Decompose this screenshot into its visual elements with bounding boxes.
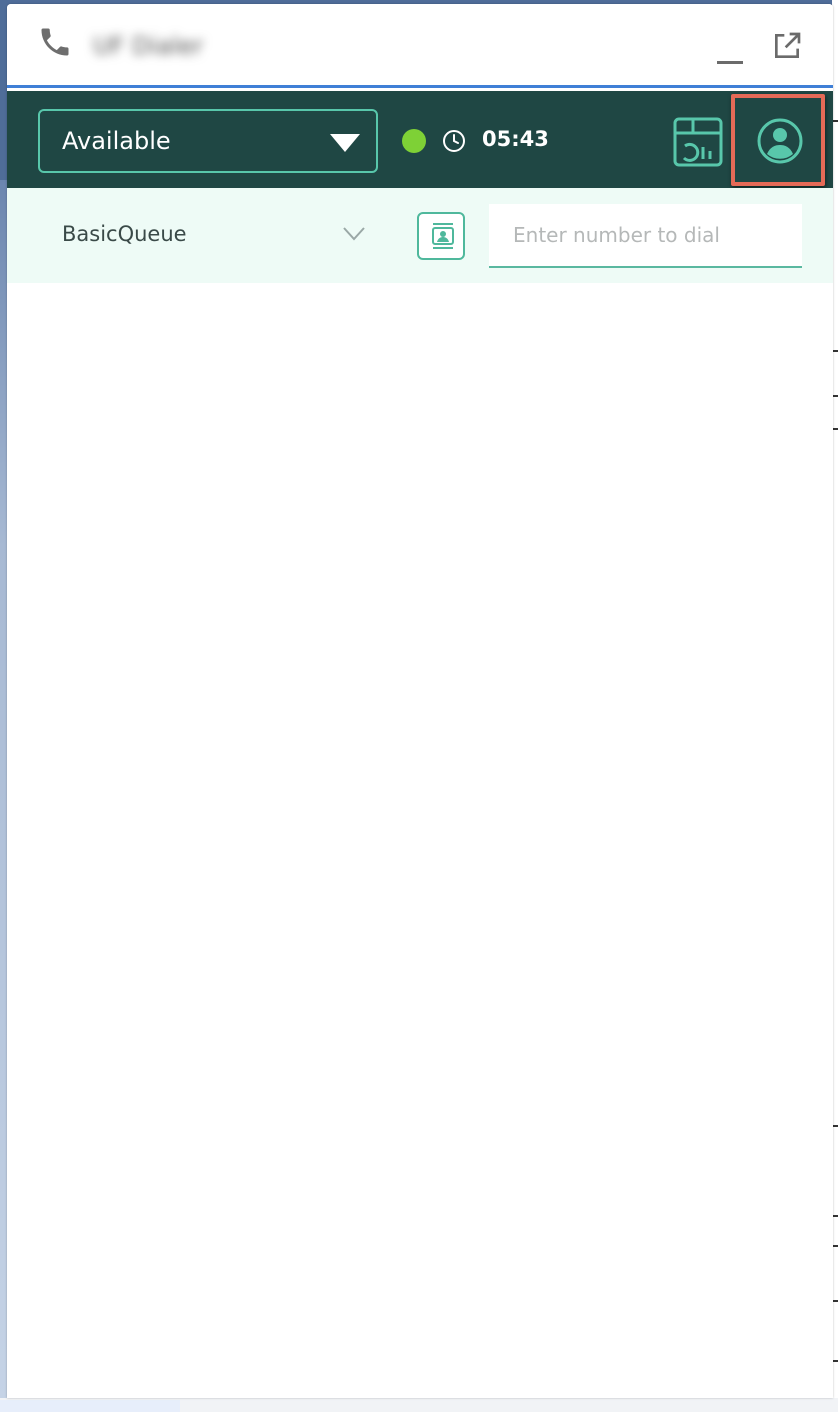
background-tick (833, 395, 838, 397)
queue-select-value: BasicQueue (62, 222, 187, 246)
content-area (7, 283, 833, 1398)
agent-status-select[interactable]: Available (38, 109, 378, 173)
contact-card-icon (432, 223, 454, 249)
queue-bar: BasicQueue (7, 188, 833, 283)
status-indicator (402, 129, 426, 153)
clock-icon (443, 130, 465, 152)
title-bar: UF Dialer (7, 4, 833, 88)
contacts-button[interactable] (417, 212, 465, 260)
agent-status-value: Available (62, 127, 171, 155)
dialer-panel: UF Dialer Available 05:43 BasicQueue Ent… (7, 4, 833, 1398)
background-tick (833, 350, 838, 352)
agent-toolbar: Available 05:43 (7, 91, 833, 188)
dashboard-icon[interactable] (673, 117, 723, 167)
background-tick (833, 1215, 838, 1217)
background-left-strip (0, 180, 7, 1400)
background-tick (833, 1360, 838, 1362)
status-timer: 05:43 (482, 127, 549, 151)
external-link-icon[interactable] (771, 30, 803, 62)
dial-number-input[interactable] (489, 204, 802, 268)
profile-button[interactable] (731, 94, 825, 186)
phone-icon (41, 28, 69, 56)
background-tick (833, 1245, 838, 1247)
background-bottom-strip (0, 1398, 838, 1412)
background-tick (833, 120, 838, 122)
queue-select[interactable]: BasicQueue (41, 210, 371, 260)
caret-down-icon (330, 134, 360, 152)
minimize-button[interactable] (713, 42, 747, 66)
background-bottom-tab (0, 1400, 180, 1412)
chevron-down-icon (343, 227, 365, 241)
user-circle-icon (757, 118, 803, 164)
window-title: UF Dialer (93, 32, 204, 60)
background-tick (833, 428, 838, 430)
background-tick (833, 1300, 838, 1302)
background-tick (833, 1125, 838, 1127)
